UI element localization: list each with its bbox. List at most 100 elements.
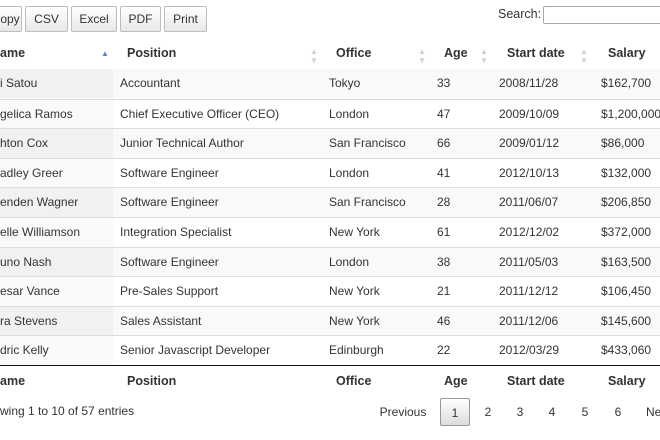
cell-start-date: 2011/05/03 <box>499 254 559 269</box>
cell-office: Edinburgh <box>329 343 384 358</box>
sort-both-icon: ▲ ▼ <box>310 47 318 65</box>
cell-name: gelica Ramos <box>0 99 113 129</box>
cell-name: esar Vance <box>0 277 113 307</box>
table-row[interactable]: enden Wagner Software Engineer San Francis… <box>0 187 660 218</box>
table-header: ame ▲ Position ▲ ▼ Office ▲ ▼ Age ▲ ▼ Start… <box>0 38 660 70</box>
excel-button[interactable]: Excel <box>71 6 117 32</box>
cell-start-date: 2012/12/02 <box>499 225 560 239</box>
cell-office: London <box>329 106 370 121</box>
previous-button[interactable]: Previous <box>376 398 430 426</box>
cell-salary: $163,500 <box>601 254 652 269</box>
sort-both-icon: ▲ ▼ <box>418 47 426 65</box>
table-row[interactable]: elle Williamson Integration Specialist New… <box>0 217 660 247</box>
cell-age: 28 <box>437 195 451 210</box>
print-button[interactable]: Print <box>164 6 207 32</box>
table-row[interactable]: hton Cox Junior Technical Author San Franc… <box>0 128 660 159</box>
footer-salary: Salary <box>608 374 646 388</box>
table-info: wing 1 to 10 of 57 entries <box>0 404 135 418</box>
cell-office: London <box>329 254 370 269</box>
page-6-button[interactable]: 6 <box>606 398 630 426</box>
table-row[interactable]: esar Vance Pre-Sales Support New York 21 201… <box>0 276 660 307</box>
table-row[interactable]: i Satou Accountant Tokyo 33 2008/11/28 $162,7… <box>0 69 660 99</box>
cell-name: uno Nash <box>0 247 113 277</box>
cell-salary: $206,850 <box>601 195 652 210</box>
cell-position: Chief Executive Officer (CEO) <box>120 106 280 121</box>
cell-position: Software Engineer <box>120 165 219 180</box>
table-row[interactable]: ra Stevens Sales Assistant New York 46 2011/… <box>0 305 660 336</box>
page-2-button[interactable]: 2 <box>476 398 500 426</box>
search-input[interactable] <box>543 6 660 24</box>
cell-age: 21 <box>437 284 451 299</box>
cell-position: Senior Javascript Developer <box>120 343 271 358</box>
page-1-button[interactable]: 1 <box>440 398 470 426</box>
cell-age: 41 <box>437 165 451 180</box>
cell-salary: $145,600 <box>601 313 652 328</box>
page-3-button[interactable]: 3 <box>508 398 532 426</box>
cell-name: hton Cox <box>0 129 113 159</box>
cell-salary: $372,000 <box>601 225 652 239</box>
footer-name: ame <box>0 374 26 388</box>
cell-age: 46 <box>437 313 451 328</box>
cell-office: New York <box>329 284 380 299</box>
footer-age: Age <box>444 374 468 388</box>
cell-salary: $106,450 <box>601 284 652 299</box>
sort-both-icon: ▲ ▼ <box>580 47 588 65</box>
cell-start-date: 2011/06/07 <box>499 195 559 210</box>
table-row[interactable]: dric Kelly Senior Javascript Developer Edi… <box>0 335 660 366</box>
cell-salary: $86,000 <box>601 136 645 151</box>
footer-office: Office <box>336 374 372 388</box>
cell-position: Software Engineer <box>120 195 219 210</box>
cell-name: elle Williamson <box>0 218 113 247</box>
footer-start-date: Start date <box>507 374 565 388</box>
table-row[interactable]: gelica Ramos Chief Executive Officer (CEO… <box>0 98 660 129</box>
cell-position: Pre-Sales Support <box>120 284 219 299</box>
cell-name: dric Kelly <box>0 336 113 366</box>
header-age[interactable]: Age <box>444 38 468 69</box>
cell-position: Junior Technical Author <box>120 136 244 151</box>
cell-office: New York <box>329 225 380 239</box>
cell-office: London <box>329 165 370 180</box>
footer-position: Position <box>127 374 177 388</box>
cell-age: 22 <box>437 343 451 358</box>
table-row[interactable]: uno Nash Software Engineer London 38 2011/05… <box>0 246 660 277</box>
page-5-button[interactable]: 5 <box>573 398 597 426</box>
cell-start-date: 2012/10/13 <box>499 165 560 180</box>
cell-name: adley Greer <box>0 158 113 188</box>
cell-office: San Francisco <box>329 195 406 210</box>
page-4-button[interactable]: 4 <box>540 398 564 426</box>
cell-position: Software Engineer <box>120 254 219 269</box>
search-label: Search: <box>498 7 542 21</box>
header-office[interactable]: Office <box>336 38 371 69</box>
cell-name: i Satou <box>0 69 113 98</box>
header-salary[interactable]: Salary <box>608 38 646 69</box>
cell-start-date: 2008/11/28 <box>499 76 559 90</box>
csv-button[interactable]: CSV <box>25 6 68 32</box>
sort-ascending-icon: ▲ <box>101 49 109 58</box>
cell-age: 47 <box>437 106 451 121</box>
cell-position: Sales Assistant <box>120 313 202 328</box>
cell-position: Integration Specialist <box>120 225 232 239</box>
cell-age: 33 <box>437 76 451 90</box>
copy-button[interactable]: opy <box>0 6 22 32</box>
cell-salary: $1,200,000 <box>601 106 660 121</box>
cell-start-date: 2009/01/12 <box>499 136 560 151</box>
cell-office: San Francisco <box>329 136 406 151</box>
cell-salary: $162,700 <box>601 76 652 90</box>
cell-office: Tokyo <box>329 76 361 90</box>
pdf-button[interactable]: PDF <box>120 6 161 32</box>
header-position[interactable]: Position <box>127 38 176 69</box>
table-footer: ame Position Office Age Start date Salar… <box>0 365 660 397</box>
cell-name: ra Stevens <box>0 306 113 336</box>
cell-age: 66 <box>437 136 451 151</box>
next-button[interactable]: Ne <box>646 398 660 426</box>
header-start-date[interactable]: Start date <box>507 38 565 69</box>
cell-position: Accountant <box>120 76 181 90</box>
cell-salary: $132,000 <box>601 165 652 180</box>
cell-name: enden Wagner <box>0 188 113 218</box>
sort-both-icon: ▲ ▼ <box>480 47 488 65</box>
cell-start-date: 2012/03/29 <box>499 343 560 358</box>
cell-salary: $433,060 <box>601 343 652 358</box>
header-name[interactable]: ame <box>0 38 25 69</box>
cell-office: New York <box>329 313 380 328</box>
table-row[interactable]: adley Greer Software Engineer London 41 2012… <box>0 157 660 188</box>
